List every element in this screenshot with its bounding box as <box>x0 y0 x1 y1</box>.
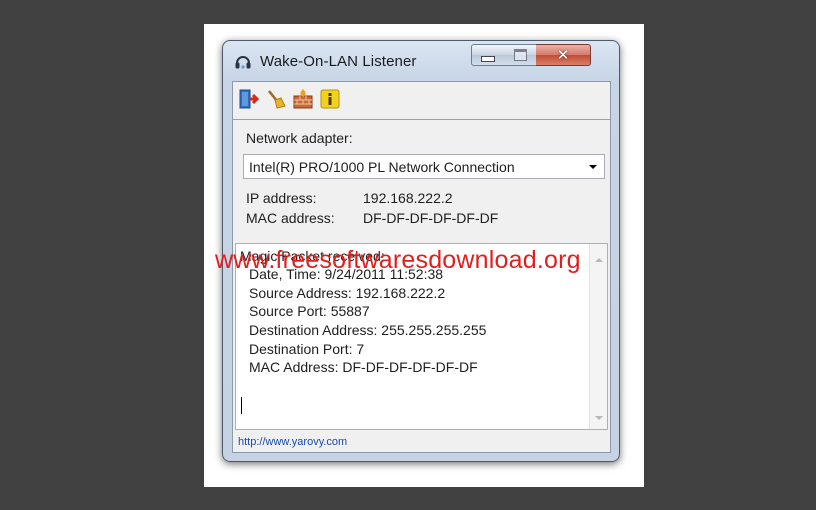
network-adapter-select[interactable]: Intel(R) PRO/1000 PL Network Connection <box>243 154 605 179</box>
toolbar-divider <box>233 119 610 120</box>
ip-address-label: IP address: <box>246 190 317 206</box>
window-title: Wake-On-LAN Listener <box>260 53 417 70</box>
text-caret <box>241 397 242 414</box>
info-icon[interactable] <box>319 88 341 110</box>
broom-icon[interactable] <box>265 88 287 110</box>
chevron-down-icon[interactable] <box>589 165 597 169</box>
network-adapter-value: Intel(R) PRO/1000 PL Network Connection <box>249 159 515 175</box>
maximize-icon <box>513 49 527 61</box>
log-scrollbar[interactable] <box>589 244 607 429</box>
toolbar <box>233 82 610 119</box>
log-line: Source Address: 192.168.222.2 <box>249 285 446 301</box>
exit-icon[interactable] <box>238 88 260 110</box>
scroll-down-icon[interactable] <box>595 416 603 420</box>
firewall-icon[interactable] <box>292 88 314 110</box>
mac-address-label: MAC address: <box>246 210 335 226</box>
ip-address-value: 192.168.222.2 <box>363 190 453 206</box>
headset-icon <box>235 56 251 69</box>
minimize-button[interactable] <box>471 44 505 66</box>
mac-address-value: DF-DF-DF-DF-DF-DF <box>363 210 499 226</box>
website-link[interactable]: http://www.yarovy.com <box>238 436 347 448</box>
close-button[interactable]: ✕ <box>536 44 591 66</box>
scroll-up-icon[interactable] <box>595 258 603 262</box>
log-line: MAC Address: DF-DF-DF-DF-DF-DF <box>249 359 478 375</box>
close-icon: ✕ <box>556 46 570 64</box>
network-adapter-label: Network adapter: <box>246 130 353 146</box>
log-line: Destination Address: 255.255.255.255 <box>249 322 487 338</box>
log-line: Destination Port: 7 <box>249 341 365 357</box>
maximize-button[interactable] <box>504 44 537 66</box>
log-line: Source Port: 55887 <box>249 303 370 319</box>
minimize-icon <box>481 56 495 62</box>
watermark-text: www.freesoftwaresdownload.org <box>215 246 581 274</box>
